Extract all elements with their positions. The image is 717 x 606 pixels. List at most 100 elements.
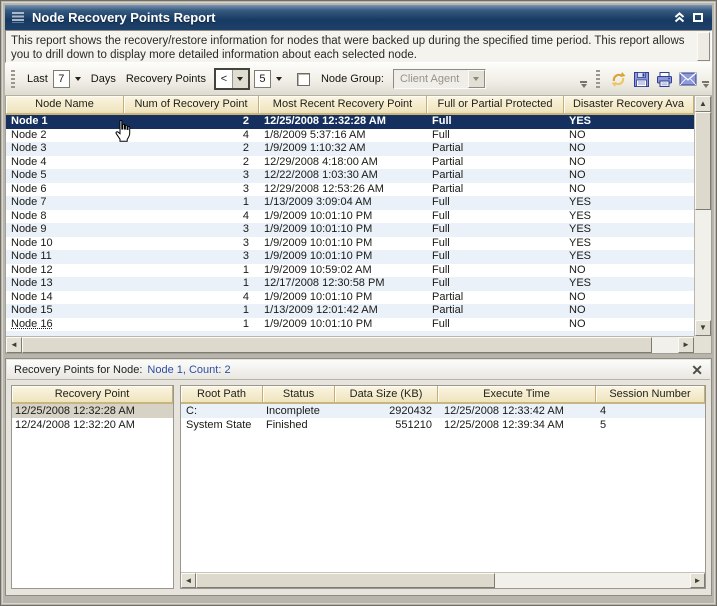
- column-header-execute-time[interactable]: Execute Time: [438, 386, 596, 402]
- sessions-table-body: C: Incomplete 2920432 12/25/2008 12:33:4…: [181, 404, 705, 572]
- table-row[interactable]: Node 7 1 1/13/2009 3:09:04 AM Full YES: [6, 196, 694, 210]
- cell-num-recovery-points: 2: [124, 156, 259, 170]
- collapse-button[interactable]: [673, 11, 686, 24]
- maximize-button[interactable]: [693, 13, 703, 22]
- cell-disaster-recovery: NO: [564, 183, 694, 197]
- table-row[interactable]: Node 12 1 1/9/2009 10:59:02 AM Full NO: [6, 264, 694, 278]
- cell-execute-time: 12/25/2008 12:39:34 AM: [438, 418, 596, 432]
- save-icon: [633, 71, 650, 88]
- count-value[interactable]: 5: [254, 70, 271, 88]
- cell-protection: Full: [427, 264, 564, 278]
- column-header-root-path[interactable]: Root Path: [181, 386, 263, 402]
- table-row[interactable]: Node 4 2 12/29/2008 4:18:00 AM Partial N…: [6, 156, 694, 170]
- scroll-right-icon[interactable]: ►: [678, 337, 694, 353]
- cell-node-name: Node 8: [6, 210, 124, 224]
- toolbar-overflow-icon[interactable]: [579, 81, 588, 88]
- table-row[interactable]: Node 8 4 1/9/2009 10:01:10 PM Full YES: [6, 210, 694, 224]
- cell-num-recovery-points: 3: [124, 250, 259, 264]
- cell-protection: Full: [427, 277, 564, 291]
- cell-disaster-recovery: NO: [564, 142, 694, 156]
- horizontal-scrollbar-thumb[interactable]: [22, 337, 652, 353]
- cell-protection: Full: [427, 250, 564, 264]
- operator-dropdown-button[interactable]: [232, 70, 248, 88]
- operator-combobox[interactable]: <: [214, 68, 250, 90]
- cell-disaster-recovery: NO: [564, 304, 694, 318]
- refresh-button[interactable]: [607, 68, 630, 90]
- cell-protection: Partial: [427, 304, 564, 318]
- table-row[interactable]: Node 2 4 1/8/2009 5:37:16 AM Full NO: [6, 129, 694, 143]
- sessions-scroll-right-icon[interactable]: ►: [690, 573, 705, 588]
- save-button[interactable]: [630, 68, 653, 90]
- column-header-protection[interactable]: Full or Partial Protected: [427, 96, 564, 113]
- sessions-scroll-left-icon[interactable]: ◄: [181, 573, 196, 588]
- column-header-num-recovery-points[interactable]: Num of Recovery Point: [124, 96, 259, 113]
- cell-most-recent: 1/9/2009 10:01:10 PM: [259, 210, 427, 224]
- column-header-data-size[interactable]: Data Size (KB): [335, 386, 438, 402]
- cell-protection: Full: [427, 196, 564, 210]
- cell-protection: Full: [427, 115, 564, 129]
- table-row[interactable]: Node 13 1 12/17/2008 12:30:58 PM Full YE…: [6, 277, 694, 291]
- title-bar: Node Recovery Points Report: [5, 5, 712, 30]
- last-days-value[interactable]: 7: [53, 70, 70, 88]
- node-group-checkbox[interactable]: [297, 73, 310, 86]
- vertical-scrollbar-thumb[interactable]: [695, 112, 711, 210]
- cell-most-recent: 1/9/2009 10:01:10 PM: [259, 250, 427, 264]
- table-row[interactable]: Node 3 2 1/9/2009 1:10:32 AM Partial NO: [6, 142, 694, 156]
- table-row[interactable]: Node 15 1 1/13/2009 12:01:42 AM Partial …: [6, 304, 694, 318]
- last-label: Last: [27, 73, 48, 85]
- column-header-session-number[interactable]: Session Number: [596, 386, 705, 402]
- cell-most-recent: 12/29/2008 12:53:26 AM: [259, 183, 427, 197]
- column-header-status[interactable]: Status: [263, 386, 335, 402]
- node-group-dropdown-button[interactable]: [468, 70, 485, 88]
- sessions-table-header: Root Path Status Data Size (KB) Execute …: [181, 386, 705, 404]
- cell-node-name: Node 10: [6, 237, 124, 251]
- cell-disaster-recovery: YES: [564, 237, 694, 251]
- table-row[interactable]: Node 5 3 12/22/2008 1:03:30 AM Partial N…: [6, 169, 694, 183]
- table-row[interactable]: Node 1 2 12/25/2008 12:32:28 AM Full YES: [6, 115, 694, 129]
- node-group-combobox[interactable]: Client Agent: [393, 69, 486, 89]
- cell-root-path: System State: [181, 418, 263, 432]
- sessions-table: Root Path Status Data Size (KB) Execute …: [180, 385, 706, 589]
- email-button[interactable]: [676, 68, 699, 90]
- cell-protection: Full: [427, 210, 564, 224]
- operator-dropdown-icon: [237, 77, 243, 81]
- scroll-up-icon[interactable]: ▲: [695, 96, 711, 112]
- table-row[interactable]: Node 6 3 12/29/2008 12:53:26 AM Partial …: [6, 183, 694, 197]
- icons-toolbar-grip[interactable]: [596, 70, 600, 88]
- recovery-point-header[interactable]: Recovery Point: [12, 386, 173, 404]
- cell-most-recent: 12/25/2008 12:32:28 AM: [259, 115, 427, 129]
- print-button[interactable]: [653, 68, 676, 90]
- table-row[interactable]: Node 16 1 1/9/2009 10:01:10 PM Full NO: [6, 318, 694, 332]
- description-scrollbar[interactable]: [697, 32, 710, 61]
- close-icon[interactable]: ✕: [691, 363, 703, 377]
- node-group-value: Client Agent: [394, 70, 468, 88]
- table-row[interactable]: C: Incomplete 2920432 12/25/2008 12:33:4…: [181, 404, 705, 418]
- cell-protection: Full: [427, 237, 564, 251]
- sessions-horizontal-scrollbar[interactable]: ◄ ►: [181, 572, 705, 588]
- list-item[interactable]: 12/25/2008 12:32:28 AM: [12, 404, 173, 418]
- scroll-down-icon[interactable]: ▼: [695, 320, 711, 336]
- horizontal-scrollbar[interactable]: ◄ ►: [6, 336, 694, 353]
- toolbar-overflow-icon-right[interactable]: [701, 81, 710, 88]
- column-header-most-recent[interactable]: Most Recent Recovery Point: [259, 96, 427, 113]
- table-row[interactable]: Node 9 3 1/9/2009 10:01:10 PM Full YES: [6, 223, 694, 237]
- table-row[interactable]: Node 10 3 1/9/2009 10:01:10 PM Full YES: [6, 237, 694, 251]
- list-item[interactable]: 12/24/2008 12:32:20 AM: [12, 418, 173, 432]
- toolbar-grip[interactable]: [11, 70, 15, 88]
- last-days-dropdown-icon[interactable]: [75, 77, 81, 81]
- cell-num-recovery-points: 3: [124, 169, 259, 183]
- cell-num-recovery-points: 3: [124, 237, 259, 251]
- table-row[interactable]: Node 11 3 1/9/2009 10:01:10 PM Full YES: [6, 250, 694, 264]
- vertical-scrollbar[interactable]: ▲ ▼: [694, 96, 711, 336]
- scroll-left-icon[interactable]: ◄: [6, 337, 22, 353]
- table-row[interactable]: Node 14 4 1/9/2009 10:01:10 PM Partial N…: [6, 291, 694, 305]
- cell-node-name: Node 11: [6, 250, 124, 264]
- cell-num-recovery-points: 1: [124, 318, 259, 332]
- cell-num-recovery-points: 4: [124, 210, 259, 224]
- column-header-node-name[interactable]: Node Name: [6, 96, 124, 113]
- table-row[interactable]: System State Finished 551210 12/25/2008 …: [181, 418, 705, 432]
- column-header-disaster-recovery[interactable]: Disaster Recovery Ava: [564, 96, 694, 113]
- sessions-scrollbar-thumb[interactable]: [196, 573, 495, 588]
- count-dropdown-icon[interactable]: [276, 77, 282, 81]
- nodes-table-body: Node 1 2 12/25/2008 12:32:28 AM Full YES…: [6, 115, 694, 336]
